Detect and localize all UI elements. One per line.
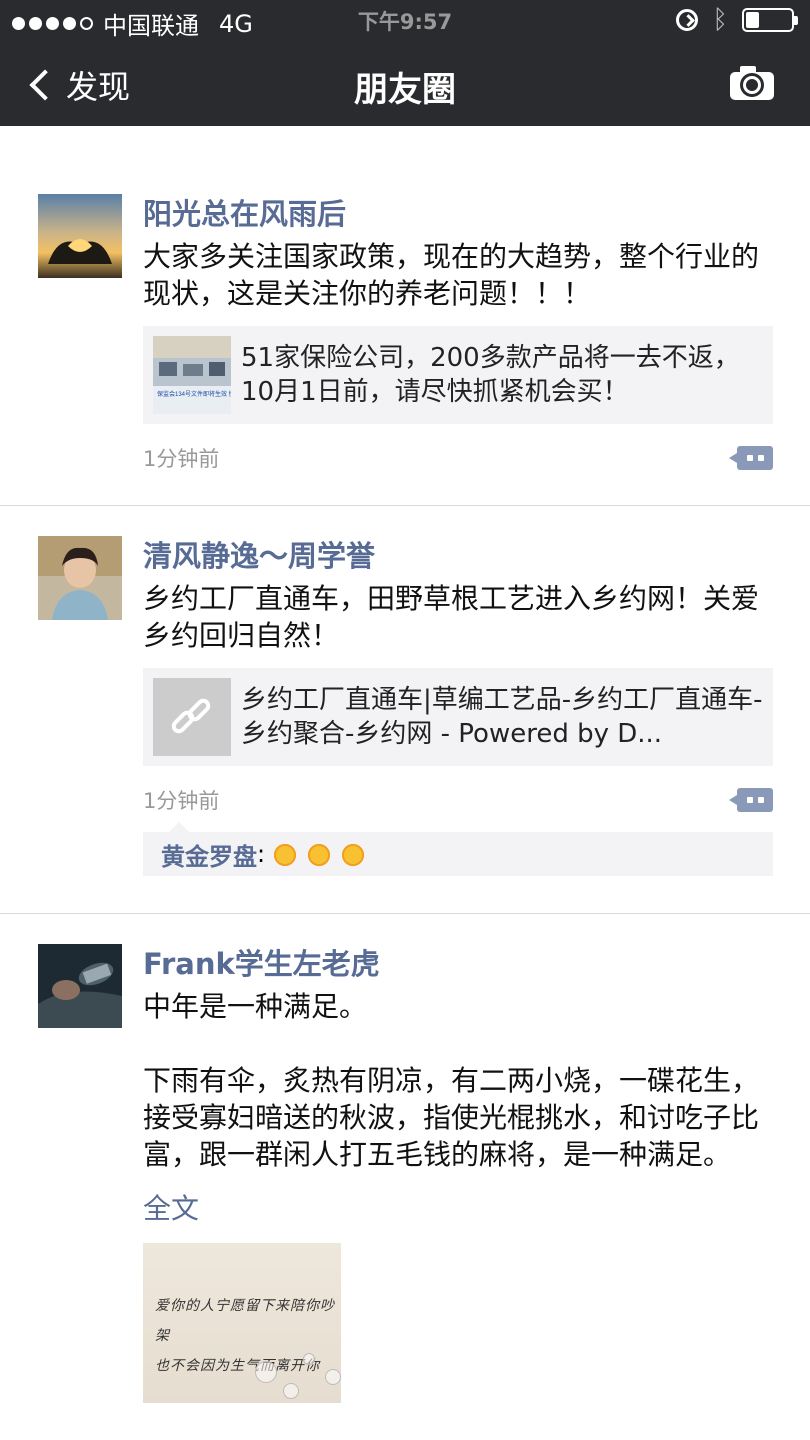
- shared-link-title: 51家保险公司，200多款产品将一去不返，10月1日前，请尽快抓紧机会买！: [241, 343, 740, 407]
- post-text: 乡约工厂直通车，田野草根工艺进入乡约网！关爱乡约回归自然！: [143, 582, 760, 652]
- link-thumbnail: 保监会134号文件即将生效 快速通道产品就会被停售: [153, 336, 231, 414]
- photo-handwriting: 爱你的人宁愿留下来陪你吵架 也不会因为生气而离开你: [155, 1291, 341, 1381]
- post-text: 大家多关注国家政策，现在的大趋势，整个行业的现状，这是关注你的养老问题！！！: [143, 240, 760, 310]
- post-author-name[interactable]: 清风静逸～周学誉: [143, 536, 773, 576]
- sun-emoji-icon: [271, 840, 300, 869]
- post-text: 中年是一种满足。 下雨有伞，炙热有阴凉，有二两小烧，一碟花生，接受寡妇暗送的秋波…: [143, 990, 760, 1171]
- shared-link-card[interactable]: 乡约工厂直通车|草编工艺品-乡约工厂直通车-乡约聚合-乡约网 - Powered…: [143, 668, 773, 766]
- post-timestamp: 1分钟前: [143, 447, 220, 471]
- likes-and-comments: 黄金罗盘 :: [143, 822, 773, 876]
- rotation-lock-icon: [676, 9, 699, 31]
- sun-emoji-icon: [305, 840, 334, 869]
- sun-emoji-icon: [339, 840, 368, 869]
- comment-icon[interactable]: [729, 446, 773, 470]
- feed-post: 阳光总在风雨后 大家多关注国家政策，现在的大趋势，整个行业的现状，这是关注你的养…: [0, 126, 810, 506]
- feed-post: Frank学生左老虎 中年是一种满足。 下雨有伞，炙热有阴凉，有二两小烧，一碟花…: [0, 914, 810, 1403]
- photo-text-line: 爱你的人宁愿留下来陪你吵架: [155, 1298, 335, 1344]
- bluetooth-icon: ᛒ: [712, 5, 728, 35]
- top-bar: 中国联通 4G 下午9:57 ᛒ 发现 朋友圈: [0, 0, 810, 126]
- page-title: 朋友圈: [354, 70, 456, 110]
- comment-icon[interactable]: [729, 788, 773, 812]
- comment-separator: :: [257, 840, 266, 868]
- shared-link-title: 乡约工厂直通车|草编工艺品-乡约工厂直通车-乡约聚合-乡约网 - Powered…: [241, 685, 763, 749]
- battery-icon: [742, 8, 798, 32]
- link-placeholder-thumbnail: [153, 678, 231, 756]
- comment-emoji-list: [265, 840, 368, 869]
- status-bar: 中国联通 4G 下午9:57 ᛒ: [0, 0, 810, 42]
- post-photo[interactable]: 爱你的人宁愿留下来陪你吵架 也不会因为生气而离开你: [143, 1243, 341, 1403]
- post-timestamp: 1分钟前: [143, 789, 220, 813]
- camera-icon[interactable]: [730, 66, 774, 100]
- avatar[interactable]: [38, 194, 122, 278]
- post-author-name[interactable]: 阳光总在风雨后: [143, 194, 773, 234]
- moments-feed[interactable]: 阳光总在风雨后 大家多关注国家政策，现在的大趋势，整个行业的现状，这是关注你的养…: [0, 126, 810, 1403]
- thumb-caption: 保监会134号文件即将生效 快速通道产品就会被停售: [157, 390, 231, 398]
- commenter-name[interactable]: 黄金罗盘: [161, 837, 257, 872]
- avatar[interactable]: [38, 536, 122, 620]
- nav-bar: 发现 朋友圈: [0, 42, 810, 126]
- link-icon: [168, 693, 216, 741]
- feed-post: 清风静逸～周学誉 乡约工厂直通车，田野草根工艺进入乡约网！关爱乡约回归自然！ 乡…: [0, 506, 810, 914]
- avatar[interactable]: [38, 944, 122, 1028]
- shared-link-card[interactable]: 保监会134号文件即将生效 快速通道产品就会被停售 51家保险公司，200多款产…: [143, 326, 773, 424]
- post-author-name[interactable]: Frank学生左老虎: [143, 944, 773, 984]
- full-text-link[interactable]: 全文: [143, 1189, 773, 1229]
